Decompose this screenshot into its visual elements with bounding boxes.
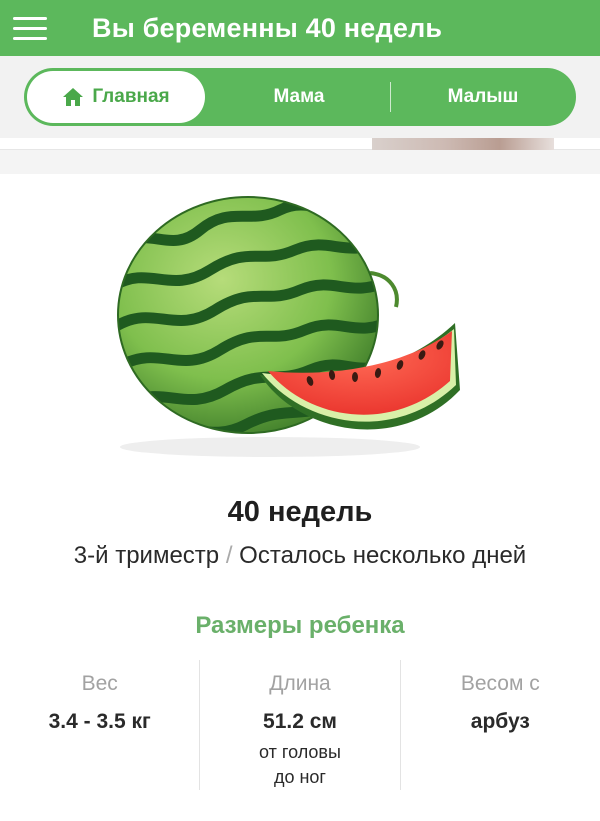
compare-label: Весом с [460, 672, 540, 695]
weight-column: Вес 3.4 - 3.5 кг [0, 660, 199, 790]
home-icon [62, 86, 84, 108]
tab-bar-container: Главная Мама Малыш [0, 56, 600, 138]
baby-sizes-heading: Размеры ребенка [195, 612, 405, 639]
baby-sizes-table: Вес 3.4 - 3.5 кг Длина 51.2 см от головы… [0, 660, 600, 790]
tab-home[interactable]: Главная [27, 71, 205, 123]
subtitle-separator: / [225, 542, 233, 569]
tab-mom[interactable]: Мама [210, 68, 388, 126]
trimester-label: 3-й триместр [73, 542, 220, 569]
tab-baby[interactable]: Малыш [394, 68, 572, 126]
previous-card-photo [372, 138, 554, 150]
days-remaining-label: Осталось несколько дней [239, 542, 527, 569]
compare-column: Весом с арбуз [399, 660, 600, 790]
tab-home-label: Главная [92, 86, 170, 107]
tab-divider [390, 82, 391, 112]
card-edge-strip [0, 138, 600, 174]
length-note-line2: до ног [273, 767, 326, 787]
length-note-line1: от головы [259, 742, 341, 762]
segmented-tabs: Главная Мама Малыш [24, 68, 576, 126]
week-subtitle: 3-й триместр / Осталось несколько дней [0, 542, 600, 570]
watermelon-image [100, 185, 500, 465]
weight-label: Вес [81, 672, 118, 695]
length-note: от головы до ног [200, 740, 399, 790]
length-column: Длина 51.2 см от головы до ног [199, 660, 399, 790]
length-value: 51.2 см [263, 710, 337, 733]
top-app-bar: Вы беременны 40 недель [0, 0, 600, 56]
hamburger-menu-icon[interactable] [0, 0, 60, 56]
compare-value: арбуз [470, 710, 530, 733]
weight-value: 3.4 - 3.5 кг [48, 710, 151, 733]
length-label: Длина [269, 672, 331, 695]
page-title: Вы беременны 40 недель [92, 12, 443, 43]
week-title: 40 недель [227, 496, 373, 528]
